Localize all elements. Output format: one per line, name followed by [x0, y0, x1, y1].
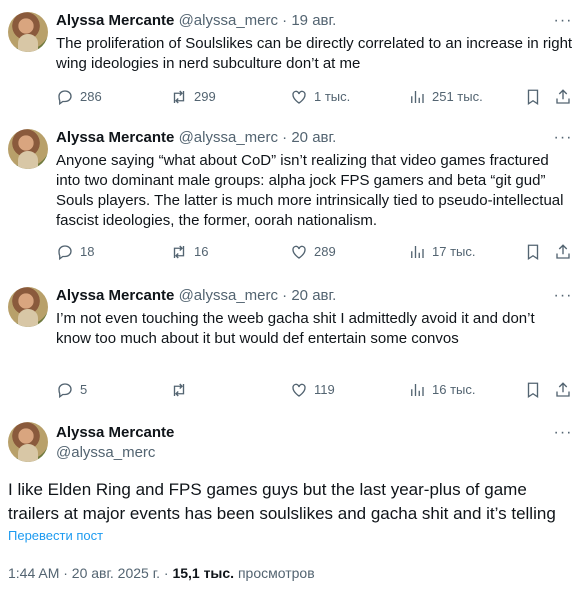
tweet-text: The proliferation of Soulslikes can be d… [56, 35, 573, 72]
repost-icon [173, 383, 185, 397]
views-label: просмотров [234, 565, 315, 581]
tweet-header: Alyssa Mercante @alyssa_merc · 20 авг. [56, 129, 336, 147]
repost-icon [173, 245, 185, 259]
author-name[interactable]: Alyssa Mercante [56, 287, 174, 304]
avatar[interactable] [8, 129, 48, 169]
author-handle[interactable]: @alyssa_merc [179, 287, 278, 304]
avatar[interactable] [8, 287, 48, 327]
bookmark-icon [527, 244, 539, 261]
tweet-text: Anyone saying “what about CoD” isn’t rea… [56, 152, 564, 229]
tweet-actions: 286 299 1 тыс. 251 тыс. [56, 88, 576, 108]
reply-button[interactable]: 286 [56, 88, 102, 106]
bookmark-button[interactable] [524, 88, 542, 106]
reply-icon [58, 90, 72, 106]
bookmark-button[interactable] [524, 381, 542, 399]
bookmark-button[interactable] [524, 243, 542, 261]
separator: · [282, 12, 288, 29]
views-value: 15,1 тыс. [172, 565, 235, 581]
reply-count: 286 [80, 89, 102, 104]
heart-icon [292, 383, 306, 397]
views-chart-icon [411, 91, 424, 103]
heart-icon [292, 245, 306, 259]
views-count: 17 тыс. [432, 244, 476, 259]
translate-post-link[interactable]: Перевести пост [8, 528, 103, 544]
main-author-handle[interactable]: @alyssa_merc [56, 444, 155, 462]
author-name[interactable]: Alyssa Mercante [56, 129, 174, 146]
repost-button[interactable] [170, 381, 194, 399]
separator: · [282, 129, 288, 146]
views-button[interactable]: 17 тыс. [408, 243, 475, 261]
more-icon[interactable]: ··· [554, 129, 572, 147]
reply-icon [58, 245, 72, 261]
tweet-actions: 5 119 16 тыс. [56, 381, 576, 401]
tweet-meta: 1:44 AM · 20 авг. 2025 г. · 15,1 тыс. пр… [8, 564, 315, 582]
main-tweet-text: I like Elden Ring and FPS games guys but… [8, 480, 556, 523]
tweet-date[interactable]: 20 авг. [291, 129, 336, 146]
main-author-name[interactable]: Alyssa Mercante [56, 424, 174, 442]
more-icon[interactable]: ··· [554, 287, 572, 305]
tweet-header: Alyssa Mercante @alyssa_merc · 19 авг. [56, 12, 336, 30]
like-button[interactable]: 1 тыс. [290, 88, 350, 106]
like-button[interactable]: 119 [290, 381, 335, 399]
tweet-actions: 18 16 289 17 тыс. [56, 243, 576, 263]
author-name[interactable]: Alyssa Mercante [56, 12, 174, 29]
reply-count: 5 [80, 382, 88, 397]
share-icon [556, 382, 570, 397]
views-button[interactable]: 16 тыс. [408, 381, 475, 399]
reply-icon [58, 383, 72, 399]
repost-count: 16 [194, 244, 209, 259]
main-avatar[interactable] [8, 422, 48, 462]
like-count: 289 [314, 244, 336, 259]
reply-button[interactable]: 18 [56, 243, 94, 261]
share-icon [556, 244, 570, 259]
author-handle[interactable]: @alyssa_merc [179, 129, 278, 146]
tweet-date[interactable]: 19 авг. [291, 12, 336, 29]
share-button[interactable] [554, 88, 572, 106]
tweet-text: I’m not even touching the weeb gacha shi… [56, 310, 535, 347]
views-button[interactable]: 251 тыс. [408, 88, 483, 106]
timestamp[interactable]: 1:44 AM · 20 авг. 2025 г. · [8, 565, 172, 581]
heart-icon [292, 90, 306, 104]
tweet-header: Alyssa Mercante @alyssa_merc · 20 авг. [56, 287, 336, 305]
bookmark-icon [527, 382, 539, 399]
views-chart-icon [411, 246, 424, 258]
more-icon[interactable]: ··· [554, 424, 572, 442]
share-icon [556, 89, 570, 104]
avatar[interactable] [8, 12, 48, 52]
repost-button[interactable]: 299 [170, 88, 216, 106]
share-button[interactable] [554, 381, 572, 399]
views-count: 251 тыс. [432, 89, 483, 104]
views-count: 16 тыс. [432, 382, 476, 397]
repost-icon [173, 90, 185, 104]
bookmark-icon [527, 89, 539, 106]
more-icon[interactable]: ··· [554, 12, 572, 30]
repost-count: 299 [194, 89, 216, 104]
reply-button[interactable]: 5 [56, 381, 87, 399]
like-count: 1 тыс. [314, 89, 351, 104]
reply-count: 18 [80, 244, 95, 259]
author-handle[interactable]: @alyssa_merc [179, 12, 278, 29]
like-button[interactable]: 289 [290, 243, 336, 261]
views-chart-icon [411, 384, 424, 396]
tweet-date[interactable]: 20 авг. [291, 287, 336, 304]
like-count: 119 [314, 382, 335, 397]
repost-button[interactable]: 16 [170, 243, 208, 261]
share-button[interactable] [554, 243, 572, 261]
separator: · [282, 287, 288, 304]
